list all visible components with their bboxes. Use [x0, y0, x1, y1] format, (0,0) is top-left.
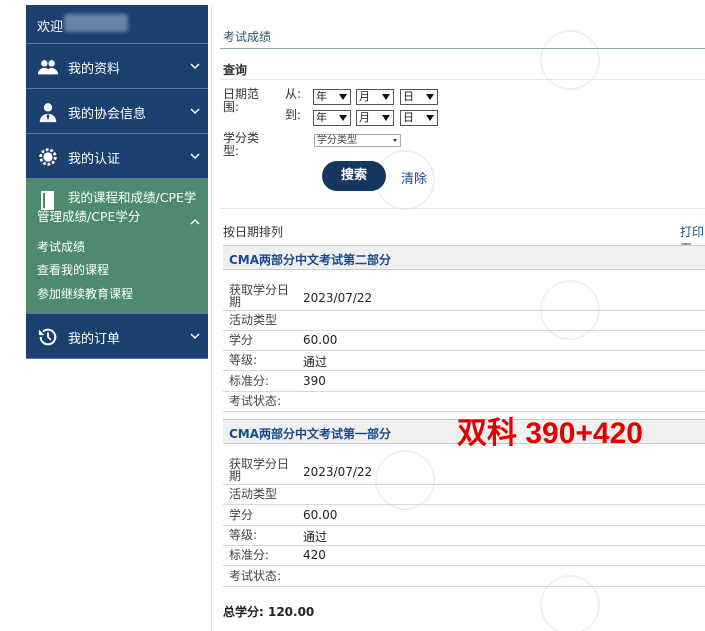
table-row: 标准分: 390 [223, 371, 705, 392]
from-year-select[interactable]: 年 [313, 89, 351, 105]
chevron-down-icon [190, 333, 200, 340]
row-label: 活动类型 [229, 487, 278, 501]
sidebar-item-label: 我的订单 [68, 332, 121, 347]
sidebar-item-profile[interactable]: 我的资料 [26, 44, 208, 89]
person-tie-icon [39, 103, 57, 123]
date-range-label: 日期范围: [223, 87, 260, 114]
divider [220, 208, 705, 209]
table-row: 活动类型 [223, 311, 705, 331]
sidebar-subitem-cpe-courses[interactable]: 参加继续教育课程 [37, 285, 133, 302]
table-row: 等级: 通过 [223, 526, 705, 546]
row-value: 通过 [303, 530, 328, 544]
divider [220, 48, 705, 49]
row-label: 获取学分日期 [229, 457, 290, 483]
row-value: 60.00 [303, 508, 338, 522]
chevron-down-icon [190, 153, 200, 160]
table-row: 学分 60.00 [223, 331, 705, 351]
sidebar-subitem-my-courses[interactable]: 查看我的课程 [37, 261, 109, 278]
sort-by-date-label: 按日期排列 [223, 225, 284, 239]
sidebar-item-courses[interactable]: 我的课程和成绩/CPE学 管理成绩/CPE学分 考试成绩 查看我的课程 参加继续… [26, 179, 208, 314]
clear-link[interactable]: 清除 [401, 168, 427, 187]
users-icon [37, 60, 59, 75]
row-label: 学分 [229, 333, 254, 347]
welcome-label: 欢迎 [37, 20, 64, 35]
to-day-select[interactable]: 日 [400, 110, 438, 126]
row-label: 活动类型 [229, 313, 278, 327]
sidebar-item-label: 我的认证 [68, 152, 121, 167]
from-day-select[interactable]: 日 [400, 89, 438, 105]
exam-header: CMA两部分中文考试第二部分 [223, 245, 705, 270]
username-blurred [64, 14, 128, 32]
sidebar-item-orders[interactable]: 我的订单 [26, 314, 208, 359]
chevron-down-icon [190, 63, 200, 70]
row-label: 考试状态: [229, 569, 282, 583]
row-value: 2023/07/22 [303, 291, 373, 305]
row-label: 考试状态: [229, 394, 282, 408]
search-button[interactable]: 搜索 [322, 161, 386, 191]
row-label: 等级: [229, 528, 258, 542]
to-label: 到: [285, 108, 302, 122]
from-month-select[interactable]: 月 [356, 89, 394, 105]
row-value: 420 [303, 548, 326, 562]
welcome-bar: 欢迎 [26, 5, 208, 44]
credit-type-label: 学分类型: [223, 131, 260, 158]
sidebar-item-label: 我的课程和成绩/CPE学 [68, 190, 197, 205]
exam-title: CMA两部分中文考试第二部分 [229, 253, 392, 267]
divider [220, 79, 705, 80]
history-icon [38, 328, 57, 346]
to-year-select[interactable]: 年 [313, 110, 351, 126]
query-heading: 查询 [223, 63, 248, 77]
page-title: 考试成绩 [223, 30, 272, 44]
row-value: 390 [303, 374, 326, 388]
chevron-down-icon [190, 108, 200, 115]
table-row: 等级: 通过 [223, 351, 705, 371]
sidebar-item-label: 我的协会信息 [68, 107, 147, 122]
sidebar: 欢迎 我的资料 我的协会信息 我的认证 我的课程和成绩/CPE学 管理成绩/CP… [26, 5, 208, 363]
sidebar-item-label: 我的资料 [68, 62, 121, 77]
row-label: 标准分: [229, 374, 270, 388]
credit-type-select[interactable]: 学分类型 [314, 134, 401, 147]
table-row: 活动类型 [223, 485, 705, 505]
table-row: 学分 60.00 [223, 505, 705, 526]
sidebar-item-certification[interactable]: 我的认证 [26, 134, 208, 179]
score-annotation: 双科 390+420 [457, 417, 643, 450]
total-credits: 总学分: 120.00 [223, 605, 315, 619]
row-label: 标准分: [229, 548, 270, 562]
table-row: 获取学分日期 2023/07/22 [223, 271, 705, 311]
chevron-up-icon [190, 218, 200, 225]
exam-title: CMA两部分中文考试第一部分 [229, 427, 392, 441]
row-label: 获取学分日期 [229, 283, 290, 309]
row-value: 2023/07/22 [303, 465, 373, 479]
row-value: 60.00 [303, 333, 338, 347]
from-label: 从: [285, 87, 302, 101]
sidebar-subitem-exam-scores[interactable]: 考试成绩 [37, 238, 85, 255]
row-label: 等级: [229, 353, 258, 367]
sidebar-item-association[interactable]: 我的协会信息 [26, 89, 208, 134]
table-row: 标准分: 420 [223, 546, 705, 566]
row-label: 学分 [229, 508, 254, 522]
gear-icon [39, 148, 57, 166]
sidebar-subheading: 管理成绩/CPE学分 [37, 209, 141, 224]
row-value: 通过 [303, 355, 328, 369]
table-row: 考试状态: [223, 566, 705, 587]
to-month-select[interactable]: 月 [356, 110, 394, 126]
main-panel: 考试成绩 查询 日期范围: 从: 年 月 日 到: 年 月 日 学分类型: 学分… [211, 5, 705, 631]
